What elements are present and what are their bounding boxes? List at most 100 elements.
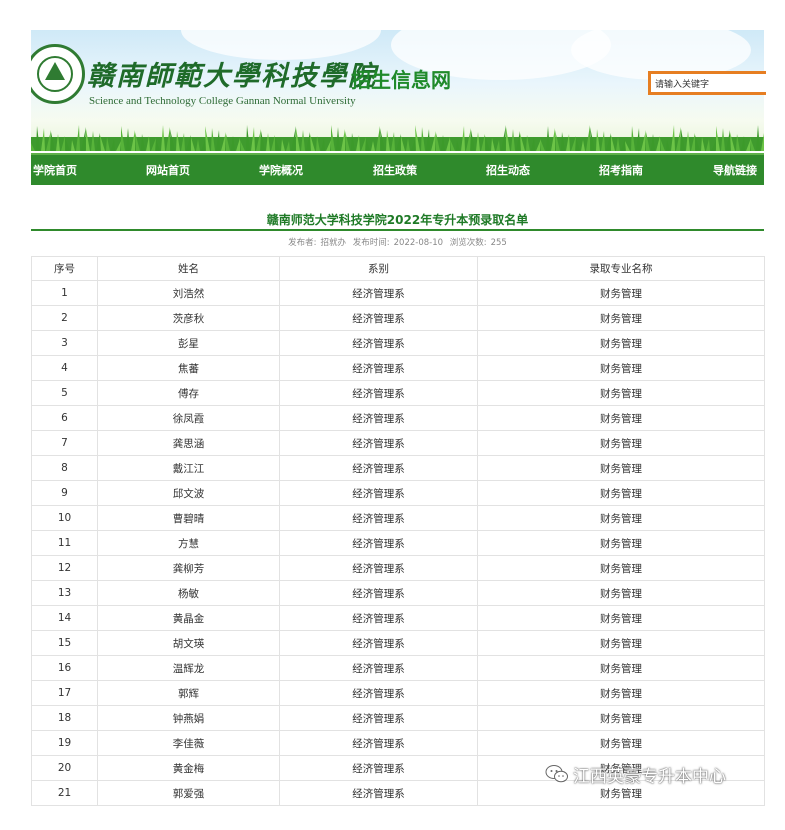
article-title: 赣南师范大学科技学院2022年专升本预录取名单	[266, 213, 529, 227]
nav-item-policy[interactable]: 招生政策	[373, 162, 417, 178]
cell-major: 财务管理	[477, 630, 765, 656]
school-name-en: Science and Technology College Gannan No…	[89, 95, 356, 107]
cell-name: 钟燕娟	[97, 705, 280, 731]
table-row: 9 邱文波 经济管理系 财务管理	[31, 480, 765, 506]
publisher: 招就办	[320, 238, 347, 248]
table-row: 1 刘浩然 经济管理系 财务管理	[31, 280, 765, 306]
cell-index: 15	[31, 630, 98, 656]
cell-name: 胡文瑛	[97, 630, 280, 656]
cell-index: 5	[31, 380, 98, 406]
cell-name: 龚柳芳	[97, 555, 280, 581]
cell-index: 14	[31, 605, 98, 631]
cell-department: 经济管理系	[279, 555, 478, 581]
school-seal-icon	[31, 44, 85, 104]
nav-item-college-home[interactable]: 学院首页	[33, 162, 77, 178]
cell-department: 经济管理系	[279, 680, 478, 706]
article-meta: 发布者: 招就办 发布时间: 2022-08-10 浏览次数: 255	[31, 236, 764, 248]
table-row: 12 龚柳芳 经济管理系 财务管理	[31, 555, 765, 581]
header-department: 系别	[279, 256, 478, 281]
cell-name: 徐凤霞	[97, 405, 280, 431]
cell-department: 经济管理系	[279, 755, 478, 781]
cell-name: 郭辉	[97, 680, 280, 706]
cell-department: 经济管理系	[279, 380, 478, 406]
table-row: 13 杨敏 经济管理系 财务管理	[31, 580, 765, 606]
cell-name: 戴江江	[97, 455, 280, 481]
table-row: 19 李佳薇 经济管理系 财务管理	[31, 730, 765, 756]
table-header-row: 序号 姓名 系别 录取专业名称	[31, 256, 765, 281]
cell-index: 2	[31, 305, 98, 331]
nav-item-overview[interactable]: 学院概况	[259, 162, 303, 178]
cell-index: 4	[31, 355, 98, 381]
cell-index: 18	[31, 705, 98, 731]
site-name: 招生信息网	[351, 68, 451, 92]
school-name-cn: 赣南師範大學科技學院	[87, 61, 377, 92]
cell-department: 经济管理系	[279, 280, 478, 306]
table-row: 2 茨彦秋 经济管理系 财务管理	[31, 305, 765, 331]
cell-major: 财务管理	[477, 655, 765, 681]
table-row: 16 温辉龙 经济管理系 财务管理	[31, 655, 765, 681]
cell-name: 龚思涵	[97, 430, 280, 456]
cell-major: 财务管理	[477, 280, 765, 306]
cell-department: 经济管理系	[279, 605, 478, 631]
cell-department: 经济管理系	[279, 405, 478, 431]
views-label: 浏览次数:	[449, 238, 487, 248]
cell-name: 杨敏	[97, 580, 280, 606]
main-nav: 学院首页 网站首页 学院概况 招生政策 招生动态 招考指南 导航链接	[31, 153, 764, 185]
admission-table: 序号 姓名 系别 录取专业名称 1 刘浩然 经济管理系 财务管理 2 茨彦秋 经济管理系 财务…	[31, 256, 765, 806]
date-label: 发布时间:	[352, 238, 390, 248]
cell-name: 邱文波	[97, 480, 280, 506]
cell-major: 财务管理	[477, 580, 765, 606]
cell-index: 20	[31, 755, 98, 781]
cell-department: 经济管理系	[279, 430, 478, 456]
cell-index: 19	[31, 730, 98, 756]
cell-index: 13	[31, 580, 98, 606]
search-input[interactable]	[648, 71, 766, 95]
cell-name: 方慧	[97, 530, 280, 556]
cell-major: 财务管理	[477, 455, 765, 481]
cell-index: 21	[31, 780, 98, 806]
table-row: 14 黄晶金 经济管理系 财务管理	[31, 605, 765, 631]
cell-name: 彭星	[97, 330, 280, 356]
nav-item-guide[interactable]: 招考指南	[599, 162, 643, 178]
table-row: 8 戴江江 经济管理系 财务管理	[31, 455, 765, 481]
cell-department: 经济管理系	[279, 305, 478, 331]
cell-major: 财务管理	[477, 605, 765, 631]
cell-major: 财务管理	[477, 555, 765, 581]
cell-major: 财务管理	[477, 405, 765, 431]
watermark: 江西英豪专升本中心	[545, 762, 726, 787]
table-body: 1 刘浩然 经济管理系 财务管理 2 茨彦秋 经济管理系 财务管理 3 彭星 经济管理系 财务管理 4 焦…	[31, 280, 765, 806]
cell-name: 焦蕃	[97, 355, 280, 381]
cell-name: 黄金梅	[97, 755, 280, 781]
cell-department: 经济管理系	[279, 780, 478, 806]
cell-index: 7	[31, 430, 98, 456]
table-row: 4 焦蕃 经济管理系 财务管理	[31, 355, 765, 381]
cell-name: 温辉龙	[97, 655, 280, 681]
cell-index: 10	[31, 505, 98, 531]
cell-index: 8	[31, 455, 98, 481]
table-row: 3 彭星 经济管理系 财务管理	[31, 330, 765, 356]
watermark-text: 江西英豪专升本中心	[573, 766, 726, 787]
cell-department: 经济管理系	[279, 655, 478, 681]
cell-name: 李佳薇	[97, 730, 280, 756]
cell-index: 17	[31, 680, 98, 706]
nav-item-news[interactable]: 招生动态	[486, 162, 530, 178]
cell-department: 经济管理系	[279, 355, 478, 381]
publisher-label: 发布者:	[288, 238, 317, 248]
page: 赣南師範大學科技學院 Science and Technology Colleg…	[31, 30, 766, 806]
cell-major: 财务管理	[477, 330, 765, 356]
cell-name: 黄晶金	[97, 605, 280, 631]
cell-major: 财务管理	[477, 505, 765, 531]
cell-department: 经济管理系	[279, 705, 478, 731]
cell-major: 财务管理	[477, 355, 765, 381]
cell-index: 16	[31, 655, 98, 681]
nav-item-links[interactable]: 导航链接	[713, 162, 757, 178]
cell-name: 茨彦秋	[97, 305, 280, 331]
cell-department: 经济管理系	[279, 530, 478, 556]
cell-index: 11	[31, 530, 98, 556]
cell-department: 经济管理系	[279, 480, 478, 506]
nav-item-site-home[interactable]: 网站首页	[146, 162, 190, 178]
cell-major: 财务管理	[477, 305, 765, 331]
cell-department: 经济管理系	[279, 505, 478, 531]
cell-name: 郭爱强	[97, 780, 280, 806]
wechat-icon	[545, 765, 568, 783]
